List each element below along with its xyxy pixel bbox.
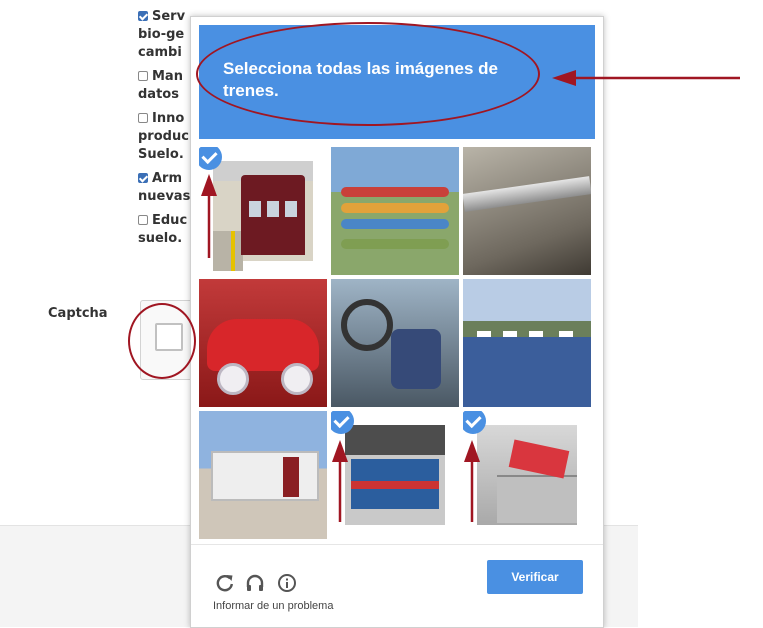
- arrow-to-header: [552, 70, 740, 86]
- annotation-arrows: [201, 70, 740, 522]
- arrow-tile-9: [464, 440, 480, 522]
- arrow-tile-1: [201, 174, 217, 258]
- arrow-tile-8: [332, 440, 348, 522]
